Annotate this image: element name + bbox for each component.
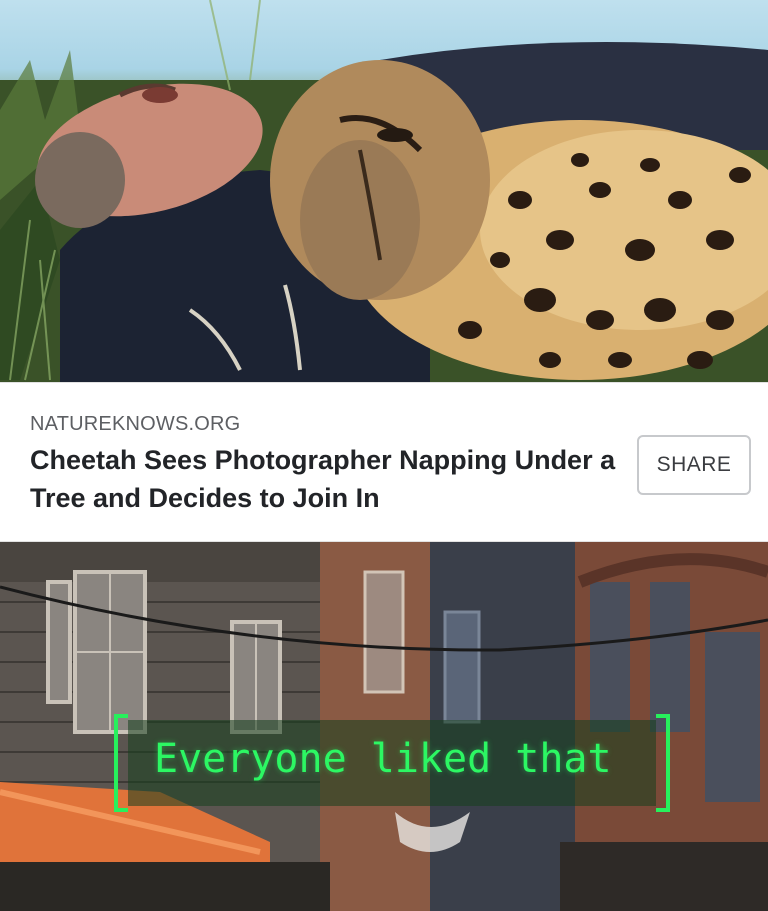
cheetah-photo [0,0,768,382]
link-preview-card[interactable]: NATUREKNOWS.ORG Cheetah Sees Photographe… [0,382,768,542]
dialogue-caption: Everyone liked that [114,714,670,812]
caption-bracket-left [114,714,128,812]
caption-text: Everyone liked that [154,736,612,782]
share-button[interactable]: SHARE [637,435,751,495]
article-title[interactable]: Cheetah Sees Photographer Napping Under … [30,441,620,517]
game-screenshot: Everyone liked that [0,542,768,911]
cheetah-photo-illustration [0,0,768,382]
caption-bracket-right [656,714,670,812]
source-domain: NATUREKNOWS.ORG [30,413,241,435]
